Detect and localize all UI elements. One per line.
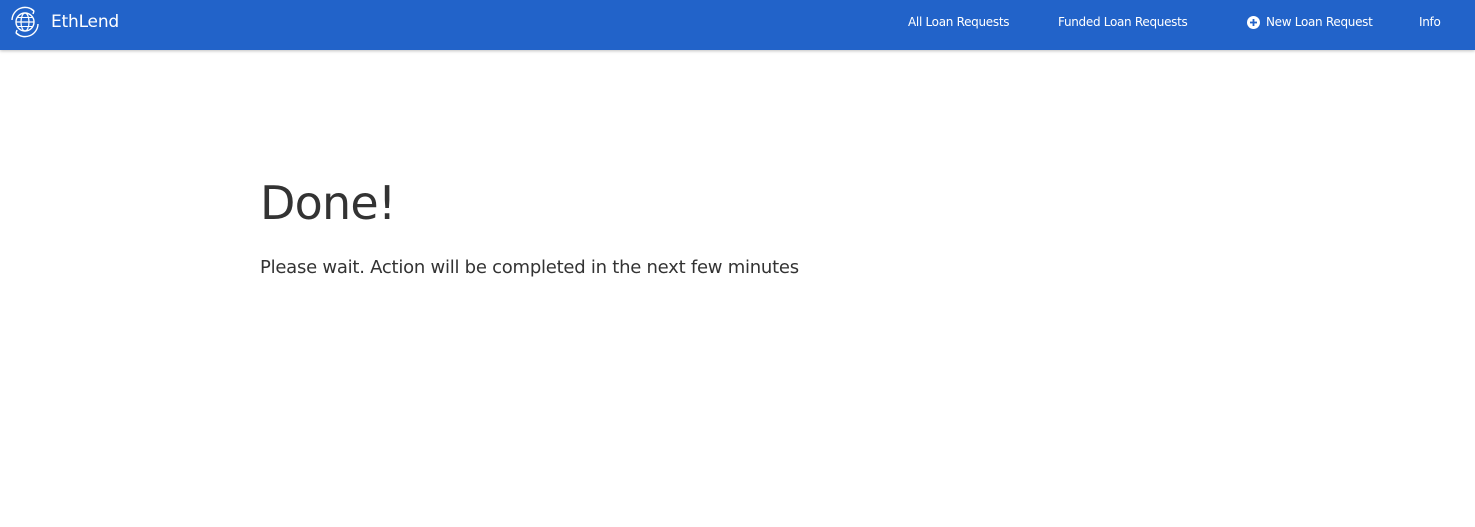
plus-circle-icon <box>1247 15 1260 29</box>
status-message: Please wait. Action will be completed in… <box>260 257 799 278</box>
nav-new-loan-request-label: New Loan Request <box>1266 15 1373 29</box>
nav-funded-loan-requests[interactable]: Funded Loan Requests <box>1058 15 1188 29</box>
top-navbar: EthLend All Loan Requests Funded Loan Re… <box>0 0 1475 50</box>
brand-link[interactable]: EthLend <box>8 5 119 39</box>
page-title: Done! <box>260 176 396 230</box>
nav-info[interactable]: Info <box>1419 15 1441 29</box>
brand-name: EthLend <box>51 12 119 32</box>
globe-refresh-icon <box>8 5 42 39</box>
nav-all-loan-requests[interactable]: All Loan Requests <box>908 15 1009 29</box>
main-content: Done! Please wait. Action will be comple… <box>260 170 1160 280</box>
nav-new-loan-request[interactable]: New Loan Request <box>1247 15 1373 29</box>
